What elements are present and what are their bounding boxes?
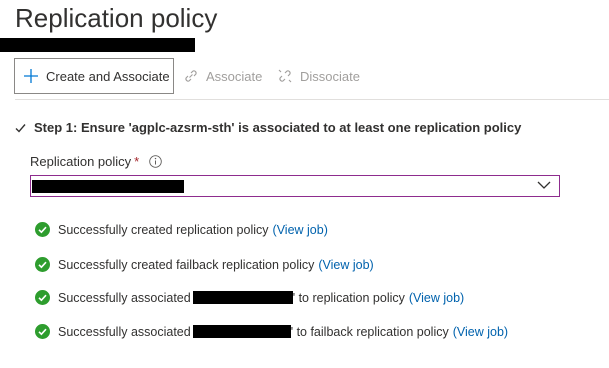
- toolbar-divider: [15, 99, 609, 100]
- unlink-icon: [278, 69, 292, 83]
- plus-icon: [24, 69, 38, 83]
- view-job-link[interactable]: (View job): [318, 258, 373, 272]
- status-suffix: ' to replication policy: [292, 290, 405, 305]
- redacted-name: [192, 325, 291, 338]
- status-suffix: ' to failback replication policy: [290, 324, 449, 339]
- info-icon[interactable]: [149, 155, 162, 168]
- status-prefix: Successfully associated: [58, 324, 191, 339]
- view-job-link[interactable]: (View job): [273, 223, 328, 237]
- status-message: Successfully associated ' to failback re…: [35, 324, 508, 339]
- field-label-text: Replication policy: [30, 154, 132, 169]
- view-job-link[interactable]: (View job): [453, 325, 508, 339]
- status-prefix: Successfully associated: [58, 290, 191, 305]
- status-message: Successfully created failback replicatio…: [35, 257, 374, 272]
- success-icon: [35, 290, 50, 305]
- view-job-link[interactable]: (View job): [409, 291, 464, 305]
- chevron-down-icon: [537, 181, 551, 189]
- redacted-name: [192, 291, 293, 304]
- status-text: Successfully created failback replicatio…: [58, 257, 315, 272]
- required-asterisk: *: [134, 154, 140, 169]
- step-heading: Step 1: Ensure 'agplc-azsrm-sth' is asso…: [15, 120, 521, 135]
- dissociate-label: Dissociate: [300, 68, 360, 84]
- create-and-associate-button[interactable]: Create and Associate: [14, 58, 174, 94]
- redacted-policy-value: [32, 180, 184, 193]
- status-message: Successfully created replication policy …: [35, 222, 328, 237]
- link-icon: [185, 70, 197, 82]
- status-text: Successfully created replication policy: [58, 222, 269, 237]
- status-message: Successfully associated ' to replication…: [35, 290, 464, 305]
- success-icon: [35, 257, 50, 272]
- step-text: Step 1: Ensure 'agplc-azsrm-sth' is asso…: [34, 120, 522, 135]
- associate-button[interactable]: Associate: [183, 58, 262, 94]
- replication-policy-dropdown[interactable]: [30, 175, 560, 197]
- success-icon: [35, 222, 50, 237]
- checkmark-icon: [15, 123, 26, 133]
- dissociate-button[interactable]: Dissociate: [277, 58, 360, 94]
- command-bar: Create and Associate Associate Dissociat…: [0, 55, 609, 100]
- page-title: Replication policy: [15, 3, 218, 33]
- create-and-associate-label: Create and Associate: [46, 68, 170, 84]
- associate-label: Associate: [206, 68, 263, 84]
- redacted-subtitle: [0, 38, 195, 52]
- success-icon: [35, 324, 50, 339]
- replication-policy-label: Replication policy *: [30, 154, 162, 169]
